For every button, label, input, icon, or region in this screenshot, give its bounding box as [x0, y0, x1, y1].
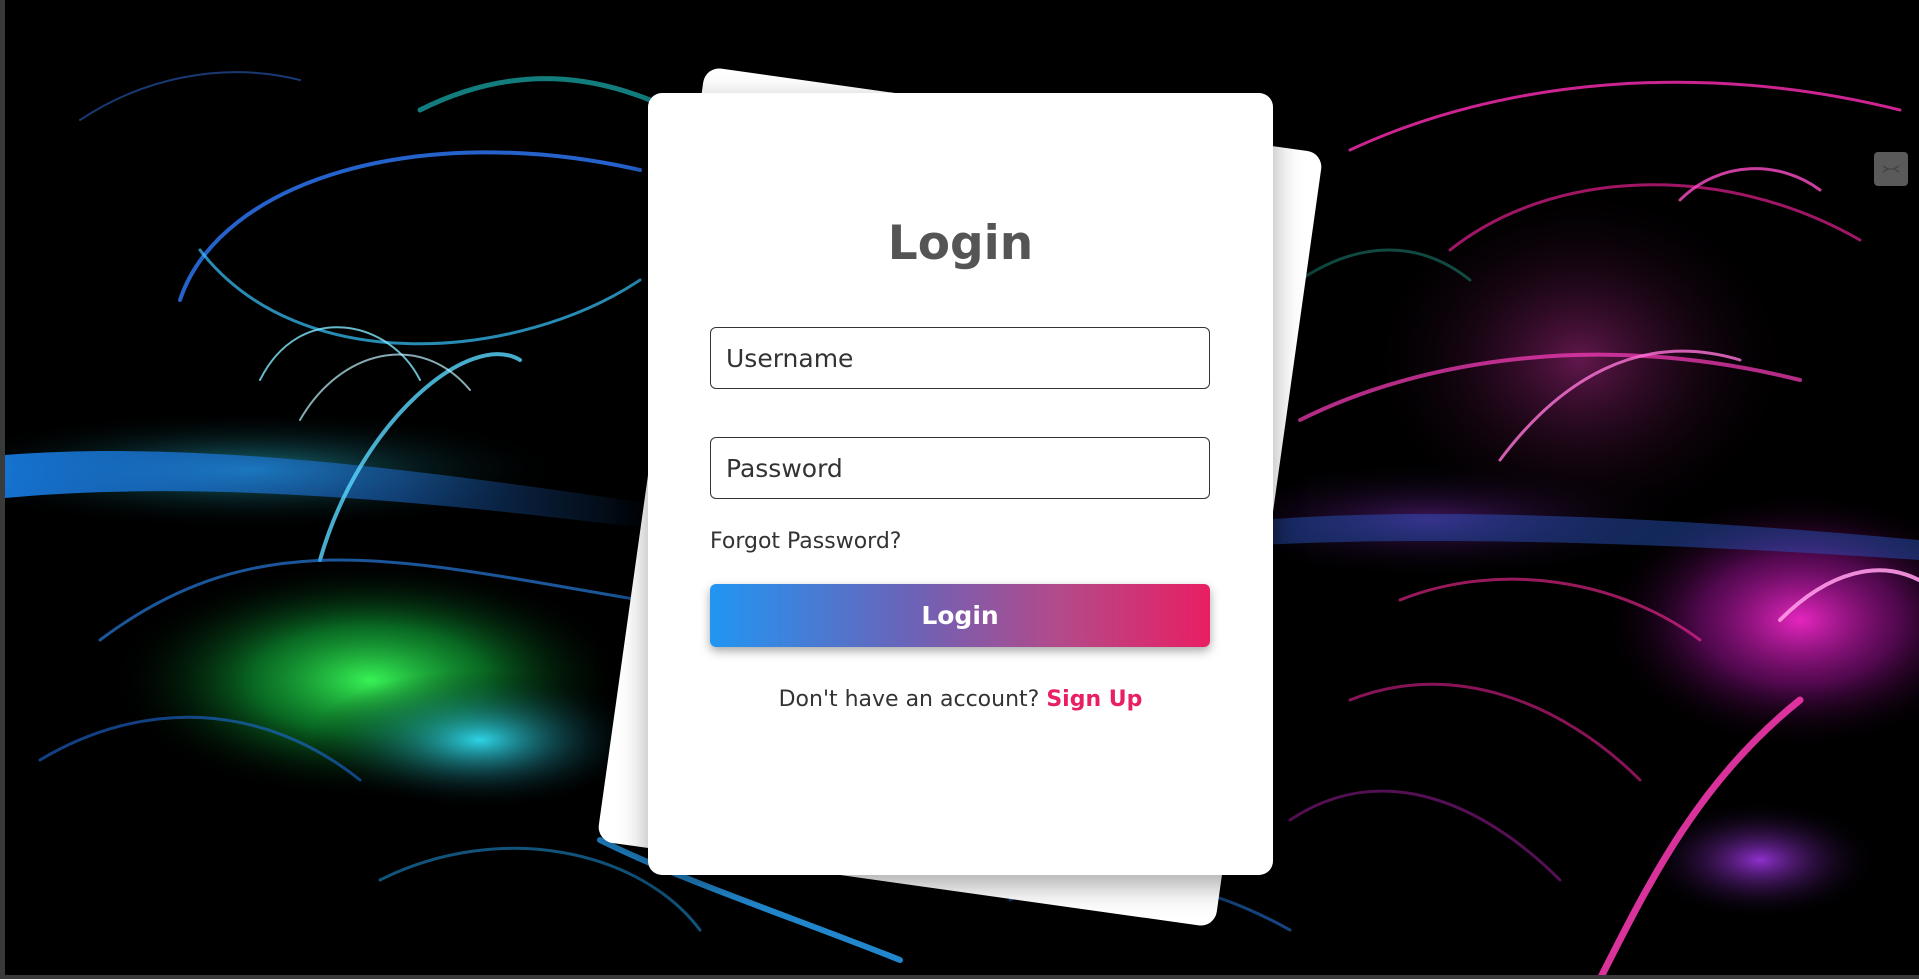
username-input[interactable]	[710, 327, 1210, 389]
login-screen: Login Forgot Password? Login Don't have …	[0, 0, 1919, 979]
collapse-arrows-icon[interactable]	[1874, 152, 1908, 186]
forgot-password-link[interactable]: Forgot Password?	[710, 529, 901, 554]
signup-link[interactable]: Sign Up	[1046, 687, 1142, 712]
signup-prompt-row: Don't have an account? Sign Up	[648, 687, 1273, 712]
login-card: Login Forgot Password? Login Don't have …	[648, 93, 1273, 875]
login-title: Login	[887, 216, 1034, 271]
login-button[interactable]: Login	[710, 584, 1210, 647]
password-input[interactable]	[710, 437, 1210, 499]
window-frame-left	[0, 0, 5, 979]
collapse-arrows-glyph	[1882, 165, 1900, 173]
window-frame-bottom	[0, 975, 1919, 979]
signup-prompt-text: Don't have an account?	[778, 687, 1040, 712]
